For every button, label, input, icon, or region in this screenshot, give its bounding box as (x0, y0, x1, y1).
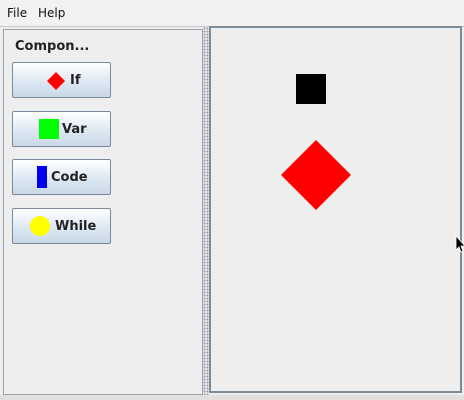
if-button-label: If (70, 73, 81, 88)
mouse-cursor-icon (455, 234, 464, 257)
blue-rectangle-icon (37, 166, 47, 192)
if-component-button[interactable]: If (12, 62, 111, 98)
code-button-label: Code (51, 170, 88, 185)
while-component-button[interactable]: While (12, 208, 111, 244)
menu-help[interactable]: Help (38, 6, 65, 20)
code-component-button[interactable]: Code (12, 159, 111, 195)
canvas-red-diamond[interactable] (281, 140, 351, 210)
menu-file[interactable]: File (7, 6, 27, 20)
green-square-icon (39, 119, 59, 143)
components-panel-title: Compon... (15, 39, 90, 54)
app-window: File Help Compon... If Var Code While (0, 0, 464, 400)
var-button-label: Var (62, 122, 87, 137)
menu-bar: File Help (0, 0, 464, 27)
components-panel: Compon... If Var Code While (3, 29, 203, 395)
red-diamond-icon (46, 71, 66, 95)
status-strip (0, 395, 464, 400)
while-button-label: While (55, 219, 97, 234)
var-component-button[interactable]: Var (12, 111, 111, 147)
drawing-canvas[interactable] (209, 26, 462, 393)
yellow-circle-icon (30, 216, 50, 240)
canvas-black-square[interactable] (296, 74, 326, 104)
